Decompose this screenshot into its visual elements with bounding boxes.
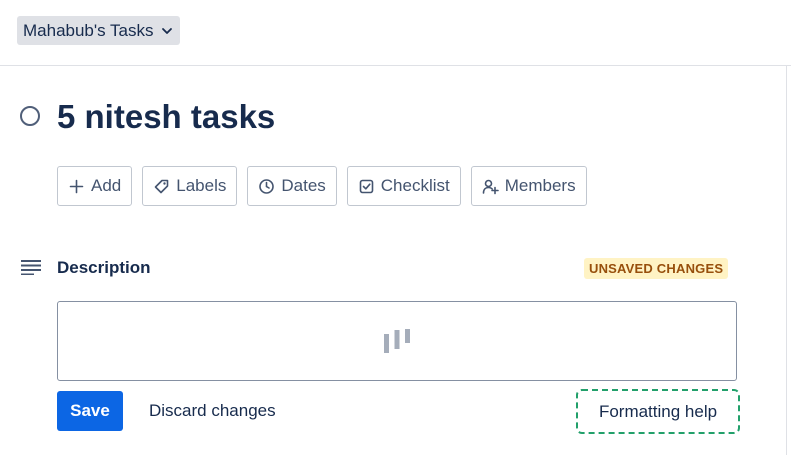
plus-icon [69,179,84,193]
add-member-icon [482,179,499,194]
add-button[interactable]: Add [57,166,133,206]
board-switcher-button[interactable]: Mahabub's Tasks [17,16,180,45]
checklist-button[interactable]: Checklist [346,166,461,206]
description-heading: Description [57,258,151,277]
checklist-button-label: Checklist [380,176,450,195]
top-header: Mahabub's Tasks [0,0,791,66]
card-complete-radio[interactable] [20,106,40,126]
add-button-label: Add [91,176,122,195]
dates-button[interactable]: Dates [247,166,337,206]
card-actions: Add Labels Dates Checklist Members [57,166,587,206]
checkbox-icon [359,179,374,193]
chevron-down-icon [161,27,172,34]
formatting-help-button[interactable]: Formatting help [576,389,740,434]
panel-divider [786,66,787,455]
tag-icon [154,179,169,193]
loading-bars-icon [384,329,410,353]
card-title[interactable]: 5 nitesh tasks [57,97,275,137]
labels-button-label: Labels [176,176,227,195]
clock-icon [259,178,275,194]
unsaved-changes-badge: UNSAVED CHANGES [584,258,729,279]
card-detail-page: Mahabub's Tasks 5 nitesh tasks Add Label… [0,0,791,455]
dates-button-label: Dates [281,176,326,195]
save-button[interactable]: Save [57,391,123,431]
description-lines-icon [21,260,41,275]
description-editor[interactable] [57,301,737,381]
discard-changes-button[interactable]: Discard changes [140,391,285,431]
members-button[interactable]: Members [470,166,587,206]
board-switcher-label: Mahabub's Tasks [23,20,154,40]
members-button-label: Members [504,176,576,195]
labels-button[interactable]: Labels [142,166,238,206]
